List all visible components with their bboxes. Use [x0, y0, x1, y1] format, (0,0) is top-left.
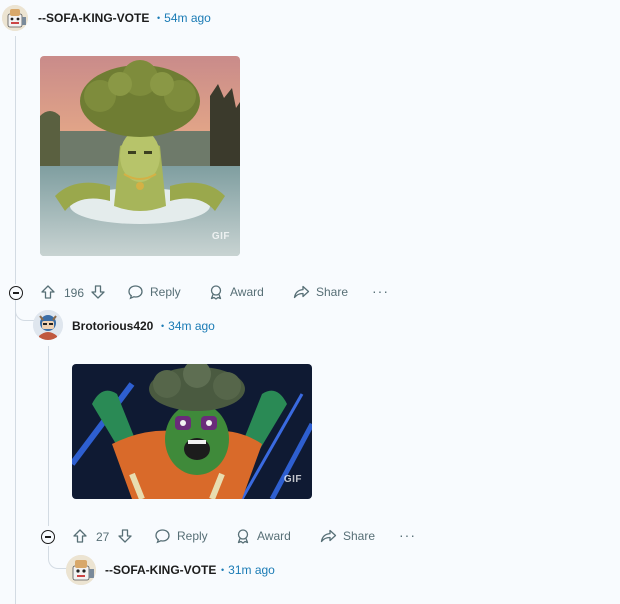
upvote-button[interactable] — [40, 284, 56, 300]
reply-button[interactable]: Reply — [127, 284, 181, 300]
upvote-icon — [73, 529, 87, 543]
collapse-thread-button[interactable] — [41, 530, 55, 544]
comment-timestamp[interactable]: • 54m ago — [157, 11, 211, 25]
downvote-icon — [118, 529, 132, 543]
reply-icon — [155, 529, 170, 544]
reply-label: Reply — [177, 529, 208, 543]
avatar[interactable] — [66, 555, 96, 585]
gif-badge: GIF — [211, 231, 230, 242]
share-button[interactable]: Share — [293, 284, 348, 300]
share-icon — [293, 285, 310, 299]
gif-image[interactable]: GIF — [72, 364, 312, 499]
share-button[interactable]: Share — [320, 528, 375, 544]
thread-branch — [48, 548, 67, 569]
collapse-thread-button[interactable] — [9, 286, 23, 300]
separator-dot: • — [221, 565, 225, 575]
award-icon — [237, 529, 249, 544]
comment-timestamp[interactable]: • 31m ago — [221, 563, 275, 577]
upvote-button[interactable] — [72, 528, 88, 544]
award-icon — [210, 285, 222, 300]
reply-icon — [128, 285, 143, 300]
upvote-icon — [41, 285, 55, 299]
thread-line — [48, 346, 49, 526]
separator-dot: • — [157, 13, 161, 23]
comment-author[interactable]: --SOFA-KING-VOTE — [105, 563, 216, 577]
more-options-button[interactable]: ··· — [399, 527, 416, 543]
award-label: Award — [257, 529, 291, 543]
thread-line — [15, 300, 16, 604]
downvote-icon — [91, 285, 105, 299]
share-icon — [320, 529, 337, 543]
reply-label: Reply — [150, 285, 181, 299]
comment-author[interactable]: Brotorious420 — [72, 319, 153, 333]
comment-author[interactable]: --SOFA-KING-VOTE — [38, 11, 149, 25]
more-options-button[interactable]: ··· — [372, 283, 389, 299]
time-text: 34m ago — [168, 319, 215, 333]
award-label: Award — [230, 285, 264, 299]
separator-dot: • — [161, 321, 165, 331]
thread-branch — [15, 300, 34, 321]
time-text: 54m ago — [164, 11, 211, 25]
share-label: Share — [343, 529, 376, 543]
thread-line — [15, 36, 16, 284]
award-button[interactable]: Award — [235, 528, 291, 544]
comment-timestamp[interactable]: • 34m ago — [161, 319, 215, 333]
gif-badge: GIF — [283, 474, 302, 485]
award-button[interactable]: Award — [208, 284, 264, 300]
vote-count: 196 — [64, 286, 85, 300]
avatar[interactable] — [2, 5, 28, 31]
downvote-button[interactable] — [117, 528, 133, 544]
vote-count: 27 — [96, 530, 110, 544]
downvote-button[interactable] — [90, 284, 106, 300]
time-text: 31m ago — [228, 563, 275, 577]
share-label: Share — [316, 285, 349, 299]
avatar[interactable] — [33, 310, 63, 340]
gif-image[interactable]: GIF — [40, 56, 240, 256]
reply-button[interactable]: Reply — [154, 528, 208, 544]
